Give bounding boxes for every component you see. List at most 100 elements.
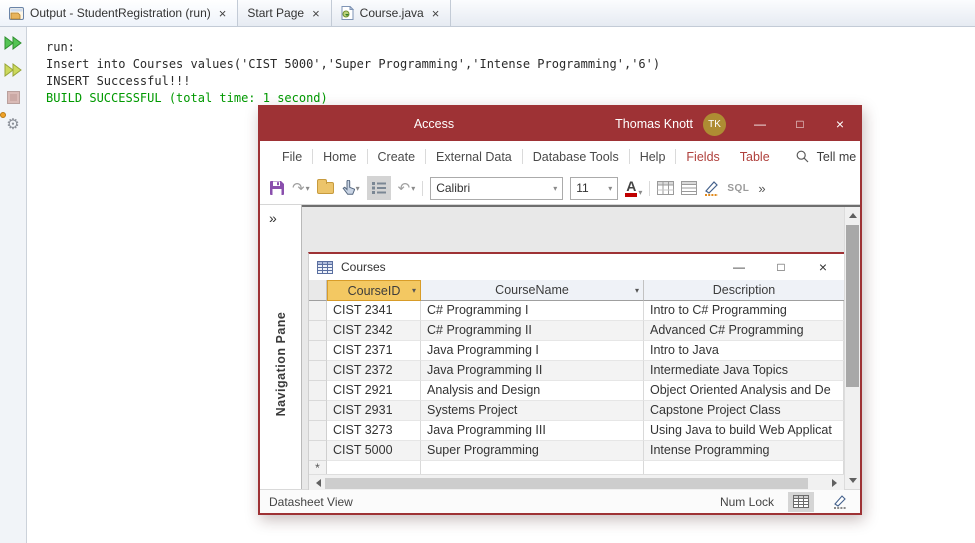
navigation-pane-collapsed: » Navigation Pane — [260, 205, 302, 489]
courses-window: Courses — □ × CourseID ▾ CourseName ▾ De… — [308, 252, 844, 490]
user-name[interactable]: Thomas Knott — [615, 117, 693, 131]
expand-nav-pane-icon[interactable]: » — [269, 210, 277, 226]
cell-description[interactable]: Intro to Java — [644, 341, 844, 361]
datasheet-view-button[interactable] — [788, 491, 814, 512]
tab-output[interactable]: Output - StudentRegistration (run) × — [0, 0, 239, 26]
cell-coursename[interactable]: Systems Project — [421, 401, 644, 421]
settings-icon[interactable]: ⚙ — [0, 112, 23, 134]
cell-courseid[interactable]: CIST 2921 — [327, 381, 421, 401]
ribbon-tab-help[interactable]: Help — [630, 141, 676, 172]
avatar[interactable]: TK — [703, 112, 726, 136]
close-icon[interactable]: × — [217, 7, 229, 20]
cell-coursename[interactable]: Super Programming — [421, 441, 644, 461]
ribbon-tab-home[interactable]: Home — [313, 141, 366, 172]
row-grid-icon[interactable] — [681, 181, 698, 195]
close-icon[interactable]: × — [430, 7, 442, 20]
datasheet-grid-icon[interactable] — [657, 181, 675, 195]
column-header-coursename[interactable]: CourseName ▾ — [421, 280, 644, 301]
ribbon-tab-create[interactable]: Create — [368, 141, 426, 172]
cell-coursename[interactable]: C# Programming II — [421, 321, 644, 341]
design-view-icon[interactable] — [704, 180, 720, 196]
cell-coursename[interactable]: C# Programming I — [421, 301, 644, 321]
hscroll-thumb[interactable] — [325, 477, 808, 489]
row-selector[interactable] — [309, 421, 327, 441]
cell-coursename[interactable]: Java Programming I — [421, 341, 644, 361]
font-color-icon[interactable]: A ▾ — [625, 179, 642, 197]
row-selector[interactable] — [309, 361, 327, 381]
ribbon-tab-table[interactable]: Table — [730, 141, 780, 172]
cell-coursename[interactable]: Java Programming III — [421, 421, 644, 441]
new-record-row[interactable]: * — [309, 461, 844, 474]
close-icon[interactable]: × — [310, 7, 322, 20]
row-selector[interactable] — [309, 301, 327, 321]
table-row: CIST 5000 Super Programming Intense Prog… — [309, 441, 844, 461]
column-header-courseid[interactable]: CourseID ▾ — [327, 280, 421, 301]
row-selector[interactable] — [309, 321, 327, 341]
ribbon-tab-database-tools[interactable]: Database Tools — [523, 141, 629, 172]
rerun-alt-icon[interactable] — [3, 60, 23, 80]
rerun-icon[interactable] — [3, 33, 23, 53]
scroll-left-icon[interactable] — [316, 479, 321, 487]
cell-description[interactable]: Using Java to build Web Applicat — [644, 421, 844, 441]
touch-mode-icon[interactable]: ▾ — [341, 180, 360, 196]
cell-description[interactable]: Advanced C# Programming — [644, 321, 844, 341]
tab-start-page[interactable]: Start Page × — [238, 0, 332, 26]
scroll-down-icon[interactable] — [849, 478, 857, 483]
row-selector[interactable] — [309, 341, 327, 361]
screen: Output - StudentRegistration (run) × Sta… — [0, 0, 975, 543]
cell-description[interactable]: Capstone Project Class — [644, 401, 844, 421]
font-name-select[interactable]: Calibri ▾ — [430, 176, 564, 200]
row-selector[interactable] — [309, 441, 327, 461]
vertical-scrollbar[interactable] — [844, 207, 860, 489]
column-header-description[interactable]: Description — [644, 280, 844, 301]
courses-title-bar[interactable]: Courses — □ × — [309, 254, 844, 280]
maximize-button[interactable]: □ — [760, 260, 802, 274]
row-selector[interactable] — [309, 381, 327, 401]
cell-description[interactable]: Intro to C# Programming — [644, 301, 844, 321]
close-button[interactable]: × — [820, 107, 860, 141]
cell-courseid[interactable]: CIST 2341 — [327, 301, 421, 321]
vscroll-thumb[interactable] — [846, 225, 859, 387]
cell-courseid[interactable]: CIST 2342 — [327, 321, 421, 341]
open-folder-icon[interactable] — [316, 179, 334, 194]
row-selector[interactable] — [309, 401, 327, 421]
cell-courseid[interactable]: CIST 2931 — [327, 401, 421, 421]
minimize-button[interactable]: — — [740, 107, 780, 141]
redo-icon[interactable]: ↷ ▾ — [292, 181, 310, 196]
font-size-select[interactable]: 11 ▾ — [570, 176, 619, 200]
cell-courseid[interactable]: CIST 2371 — [327, 341, 421, 361]
ribbon-tabs: File Home Create External Data Database … — [260, 141, 860, 172]
scroll-up-icon[interactable] — [849, 213, 857, 218]
ribbon-tab-fields[interactable]: Fields — [676, 141, 729, 172]
ribbon-tab-external-data[interactable]: External Data — [426, 141, 522, 172]
cell-coursename[interactable]: Java Programming II — [421, 361, 644, 381]
access-title-bar[interactable]: Access Thomas Knott TK — □ × — [260, 107, 860, 141]
filter-caret-icon[interactable]: ▾ — [635, 286, 639, 295]
ribbon-tab-file[interactable]: File — [272, 141, 312, 172]
header-row: CourseID ▾ CourseName ▾ Description — [309, 280, 844, 301]
maximize-button[interactable]: □ — [780, 107, 820, 141]
cell-courseid[interactable]: CIST 2372 — [327, 361, 421, 381]
tell-me-box[interactable]: Tell me — [796, 150, 856, 164]
scroll-right-icon[interactable] — [832, 479, 837, 487]
console-line: run: — [46, 40, 75, 54]
undo-icon[interactable]: ↶ ▾ — [398, 181, 416, 196]
select-all-cell[interactable] — [309, 280, 327, 301]
design-view-button[interactable] — [828, 492, 854, 512]
horizontal-scrollbar[interactable] — [309, 474, 844, 490]
save-icon[interactable] — [269, 180, 285, 196]
cell-courseid[interactable]: CIST 3273 — [327, 421, 421, 441]
cell-description[interactable]: Object Oriented Analysis and De — [644, 381, 844, 401]
cell-description[interactable]: Intermediate Java Topics — [644, 361, 844, 381]
minimize-button[interactable]: — — [718, 260, 760, 274]
sql-view-button[interactable]: SQL — [727, 183, 749, 194]
close-button[interactable]: × — [802, 259, 844, 275]
stop-icon[interactable] — [3, 87, 23, 107]
cell-courseid[interactable]: CIST 5000 — [327, 441, 421, 461]
tab-course-java[interactable]: Course.java × — [332, 0, 452, 26]
filter-caret-icon[interactable]: ▾ — [412, 286, 416, 295]
toolbar-overflow-icon[interactable]: » — [758, 181, 765, 196]
cell-coursename[interactable]: Analysis and Design — [421, 381, 644, 401]
cell-description[interactable]: Intense Programming — [644, 441, 844, 461]
property-list-toggle[interactable] — [366, 176, 391, 200]
